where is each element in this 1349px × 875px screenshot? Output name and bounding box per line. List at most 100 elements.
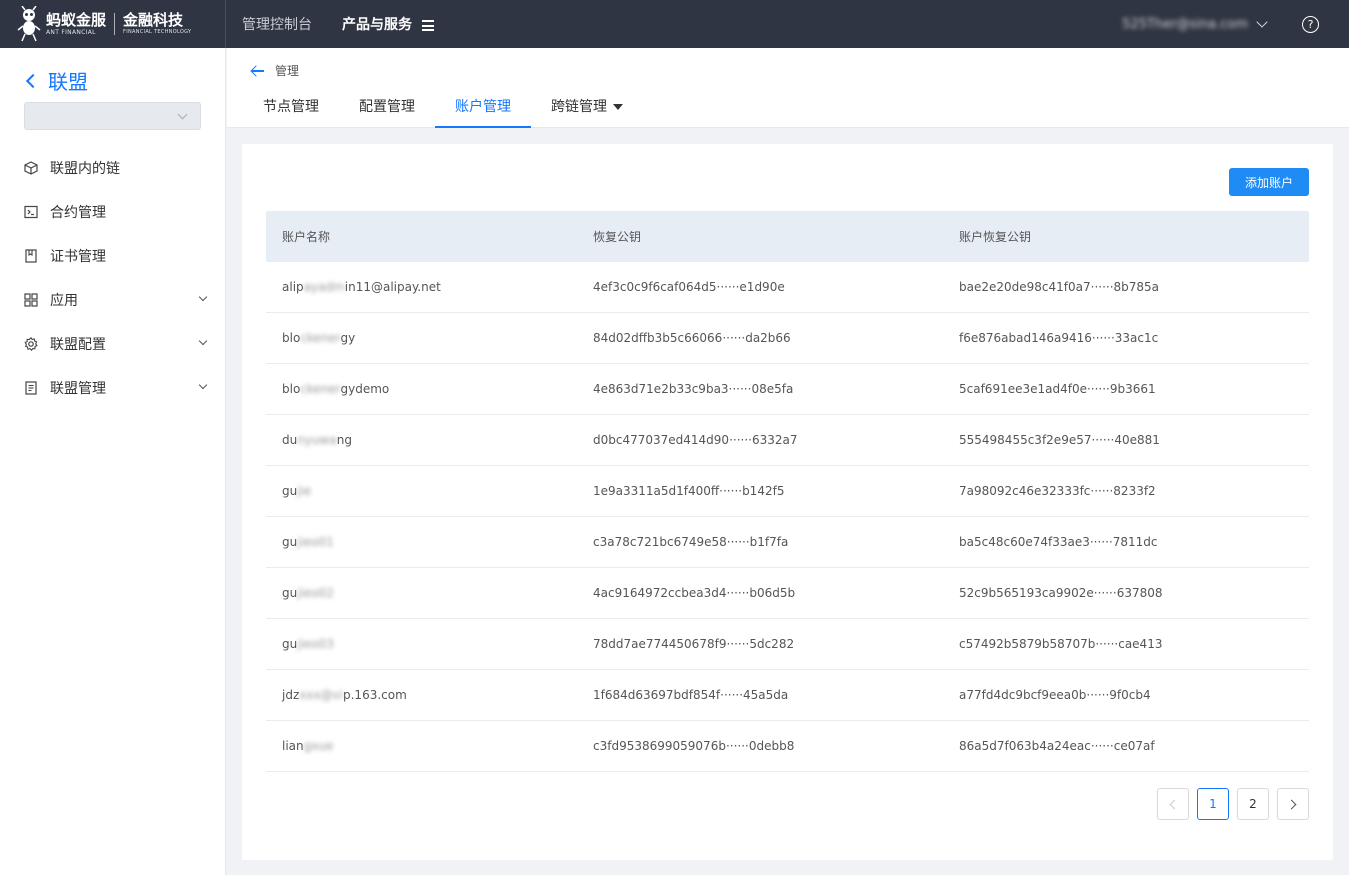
- chevron-left-icon: [1169, 799, 1180, 809]
- recovery-key-cell: c3a78c721bc6749e58······b1f7fa: [593, 535, 789, 549]
- account-name-cell: alipayadmin11@alipay.net: [266, 280, 577, 294]
- tab-cross-chain[interactable]: 跨链管理: [531, 88, 643, 128]
- next-page-button[interactable]: [1277, 788, 1309, 820]
- col-account-name: 账户名称: [282, 230, 331, 244]
- account-name-prefix: lian: [282, 739, 304, 753]
- col-recovery-key: 恢复公钥: [593, 230, 642, 244]
- chevron-down-icon: [198, 292, 208, 302]
- account-name-prefix: jdz: [282, 688, 300, 702]
- account-name-suffix: gy: [340, 331, 356, 345]
- sidebar: 联盟 联盟内的链 合约管理 证书管理 应用 联盟配置 联盟管理: [0, 48, 226, 875]
- arrow-left-icon[interactable]: [251, 65, 265, 77]
- pagination: 1 2: [1149, 788, 1309, 820]
- brand-divider: [114, 13, 116, 35]
- sidebar-item-management[interactable]: 联盟管理: [0, 366, 226, 410]
- tab-cross-chain-label: 跨链管理: [551, 99, 607, 115]
- sidebar-item-label: 应用: [50, 293, 78, 309]
- sidebar-item-contracts[interactable]: 合约管理: [0, 190, 226, 234]
- sidebar-item-label: 证书管理: [50, 249, 106, 265]
- table-row: dunyuwang d0bc477037ed414d90······6332a7 5…: [266, 415, 1309, 466]
- table-row: gujieo03 78dd7ae774450678f9······5dc282 c5…: [266, 619, 1309, 670]
- sidebar-menu: 联盟内的链 合约管理 证书管理 应用 联盟配置 联盟管理: [0, 146, 226, 410]
- tab-bar: 节点管理 配置管理 账户管理 跨链管理: [243, 88, 643, 128]
- nav-console[interactable]: 管理控制台: [242, 14, 312, 34]
- nav-products-label: 产品与服务: [342, 17, 412, 33]
- page-2-button[interactable]: 2: [1237, 788, 1269, 820]
- sidebar-item-apps[interactable]: 应用: [0, 278, 226, 322]
- account-recovery-key-cell: c57492b5879b58707b······cae413: [959, 637, 1163, 651]
- table-header: 账户名称 恢复公钥 账户恢复公钥: [266, 211, 1309, 262]
- account-name-cell: gujieo01: [266, 535, 577, 549]
- account-name-prefix: gu: [282, 484, 298, 498]
- caret-down-icon: [613, 104, 623, 110]
- account-name-cell: liangxue: [266, 739, 577, 753]
- account-recovery-key-cell: 7a98092c46e32333fc······8233f2: [959, 484, 1156, 498]
- table-row: gujieo02 4ac9164972ccbea3d4······b06d5b 52…: [266, 568, 1309, 619]
- account-name-prefix: gu: [282, 535, 298, 549]
- accounts-card: 添加账户 账户名称 恢复公钥 账户恢复公钥 alipayadmin11@alip…: [242, 144, 1333, 860]
- account-name-prefix: alip: [282, 280, 304, 294]
- table-row: blockenergydemo 4e863d71e2b33c9ba3······0…: [266, 364, 1309, 415]
- sidebar-item-label: 联盟配置: [50, 337, 106, 353]
- account-recovery-key-cell: f6e876abad146a9416······33ac1c: [959, 331, 1159, 345]
- sidebar-back-title[interactable]: 联盟: [24, 66, 88, 95]
- recovery-key-cell: 4e863d71e2b33c9ba3······08e5fa: [593, 382, 794, 396]
- chevron-down-icon[interactable]: [1256, 16, 1268, 28]
- account-recovery-key-cell: ba5c48c60e74f33ae3······7811dc: [959, 535, 1158, 549]
- sidebar-item-label: 联盟管理: [50, 381, 106, 397]
- brand-name-cn: 蚂蚁金服: [46, 10, 107, 29]
- account-name-cell: gujie: [266, 484, 577, 498]
- bookmark-icon: [25, 249, 37, 263]
- tab-accounts[interactable]: 账户管理: [435, 88, 531, 128]
- account-name-masked: jieo03: [297, 637, 334, 651]
- brand-sub-cn: 金融科技: [123, 11, 184, 29]
- list-icon: [25, 381, 37, 395]
- account-name-prefix: blo: [282, 382, 301, 396]
- nav-products-services[interactable]: 产品与服务: [342, 14, 434, 34]
- accounts-table: 账户名称 恢复公钥 账户恢复公钥 alipayadmin11@alipay.ne…: [266, 211, 1309, 772]
- tab-nodes[interactable]: 节点管理: [243, 88, 339, 128]
- account-recovery-key-cell: 555498455c3f2e9e57······40e881: [959, 433, 1160, 447]
- table-body: alipayadmin11@alipay.net 4ef3c0c9f6caf064…: [266, 262, 1309, 772]
- sidebar-title: 联盟: [48, 70, 88, 94]
- account-name-masked: ckener: [300, 331, 341, 345]
- account-name-masked: gxue: [303, 739, 334, 753]
- user-email[interactable]: 525Ther@sina.com: [1122, 17, 1248, 32]
- prev-page-button[interactable]: [1157, 788, 1189, 820]
- sidebar-item-config[interactable]: 联盟配置: [0, 322, 226, 366]
- help-icon[interactable]: ?: [1302, 15, 1319, 33]
- chevron-down-icon: [177, 109, 188, 120]
- account-name-masked: nyuwa: [297, 433, 337, 447]
- account-name-prefix: du: [282, 433, 298, 447]
- table-row: alipayadmin11@alipay.net 4ef3c0c9f6caf064…: [266, 262, 1309, 313]
- consortium-select[interactable]: [24, 102, 201, 130]
- account-name-masked: ckener: [300, 382, 341, 396]
- account-name-masked: jie: [297, 484, 312, 498]
- sidebar-item-certificates[interactable]: 证书管理: [0, 234, 226, 278]
- brand-sub-en: FINANCIAL TECHNOLOGY: [123, 29, 192, 35]
- account-recovery-key-cell: bae2e20de98c41f0a7······8b785a: [959, 280, 1160, 294]
- table-row: jdzxxx@vip.163.com 1f684d63697bdf854f····…: [266, 670, 1309, 721]
- account-name-masked: xxx@vi: [299, 688, 343, 702]
- add-account-button[interactable]: 添加账户: [1229, 168, 1309, 196]
- account-name-prefix: gu: [282, 586, 298, 600]
- page-1-button[interactable]: 1: [1197, 788, 1229, 820]
- recovery-key-cell: 78dd7ae774450678f9······5dc282: [593, 637, 795, 651]
- brand-logo[interactable]: 蚂蚁金服 ANT FINANCIAL 金融科技 FINANCIAL TECHNO…: [0, 0, 226, 48]
- grid-icon: [24, 293, 38, 307]
- tab-config[interactable]: 配置管理: [339, 88, 435, 128]
- account-name-cell: dunyuwang: [266, 433, 577, 447]
- table-row: liangxue c3fd9538699059076b······0debb8 86…: [266, 721, 1309, 772]
- table-row: blockenergy 84d02dffb3b5c66066······da2b6…: [266, 313, 1309, 364]
- account-name-masked: jieo02: [297, 586, 334, 600]
- chevron-right-icon: [1286, 799, 1297, 809]
- account-name-suffix: gydemo: [340, 382, 390, 396]
- recovery-key-cell: d0bc477037ed414d90······6332a7: [593, 433, 798, 447]
- table-row: gujie 1e9a3311a5d1f400ff······b142f5 7a980…: [266, 466, 1309, 517]
- account-recovery-key-cell: 86a5d7f063b4a24eac······ce07af: [959, 739, 1155, 753]
- sidebar-item-chains[interactable]: 联盟内的链: [0, 146, 226, 190]
- top-bar: 蚂蚁金服 ANT FINANCIAL 金融科技 FINANCIAL TECHNO…: [0, 0, 1349, 48]
- account-name-cell: gujieo02: [266, 586, 577, 600]
- account-name-suffix: in11@alipay.net: [344, 280, 441, 294]
- menu-icon: [422, 19, 434, 31]
